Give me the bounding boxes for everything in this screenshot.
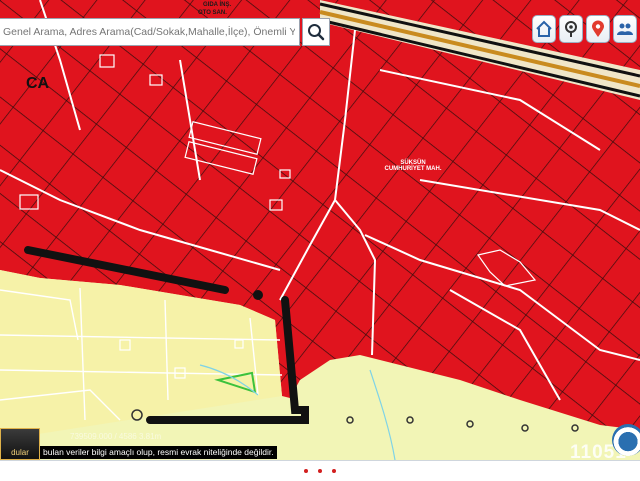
map-edge-label: CA [26,75,50,92]
coordinate-readout: 739509.000 / 4586 3.81m [70,432,162,441]
disclaimer-text: bulan veriler bilgi amaçlı olup, resmi e… [40,446,277,459]
location-pin-icon [592,20,604,37]
route-icon [565,21,577,37]
search-icon [308,24,325,41]
search-box [0,18,300,46]
search-button[interactable] [302,18,330,46]
indicator-dot-icon [318,469,322,473]
group-icon [617,23,633,35]
layers-button-label: dular [11,448,29,457]
municipality-logo-icon [612,424,640,456]
home-icon [536,20,552,37]
group-button[interactable] [613,15,637,43]
search-input[interactable] [0,19,299,45]
layers-button[interactable]: dular [0,428,40,460]
map-toolbar [532,15,637,47]
indicator-dot-icon [332,469,336,473]
bottom-strip [0,460,640,481]
indicator-dot-icon [304,469,308,473]
poi-label-secondary: OTO SAN. [198,10,227,16]
neighborhood-label: SÜKSÜN CUMHURİYET MAH. [384,160,442,173]
location-button[interactable] [586,15,610,43]
poi-label: GIDA İNŞ. [203,2,232,8]
home-button[interactable] [532,15,556,43]
route-button[interactable] [559,15,583,43]
map-canvas[interactable] [0,0,640,480]
